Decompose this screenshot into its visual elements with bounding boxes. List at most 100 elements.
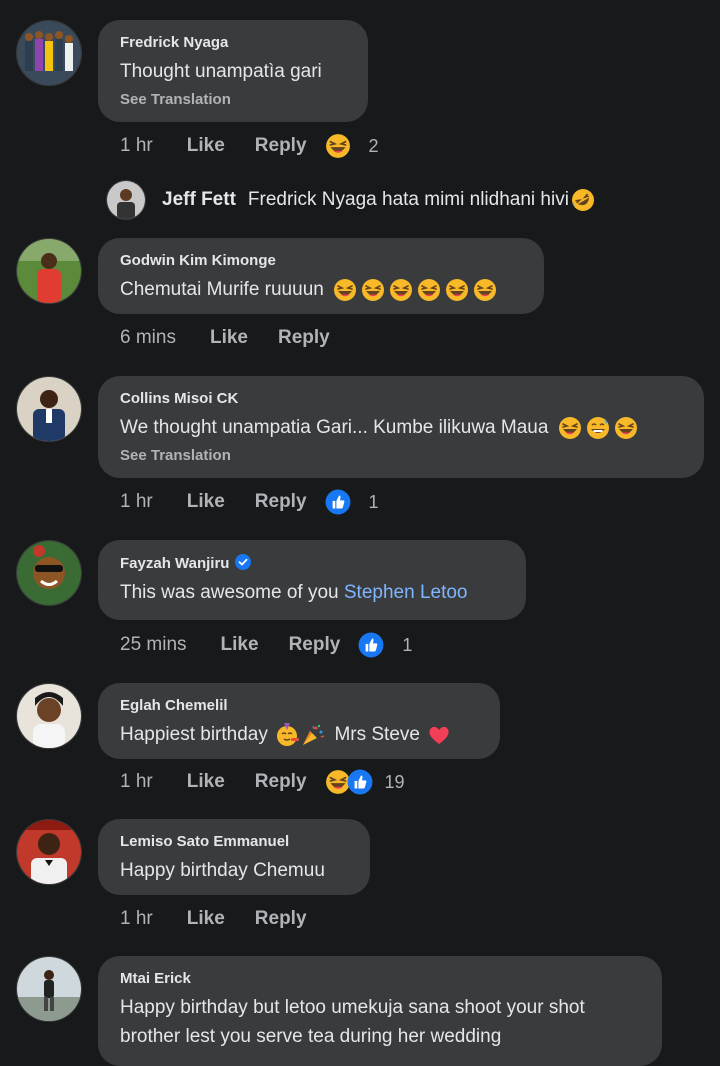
comment-actions: 1 hr Like Reply 19 [120, 767, 405, 797]
reply-text: Fredrick Nyaga hata mimi nlidhani hivi [247, 189, 569, 210]
laughing-emoji-icon [325, 133, 351, 159]
like-button[interactable]: Like [187, 491, 225, 513]
person-photo-icon [17, 957, 81, 1021]
laughing-emoji-icon [558, 416, 582, 440]
comment-actions: 1 hr Like Reply [120, 904, 307, 934]
reply-button[interactable]: Reply [255, 135, 307, 157]
rofl-emoji-icon [571, 188, 595, 212]
comment-text-content: We thought unampatia Gari... Kumbe iliku… [120, 417, 549, 438]
reaction-summary[interactable]: 2 [325, 133, 379, 159]
like-icon [347, 769, 373, 795]
comment-bubble: Lemiso Sato Emmanuel Happy birthday Chem… [98, 819, 370, 895]
mention-link[interactable]: Stephen Letoo [344, 582, 468, 603]
comment-bubble: Eglah Chemelil Happiest birthday Mrs Ste… [98, 683, 500, 759]
timestamp[interactable]: 6 mins [120, 327, 176, 349]
like-button[interactable]: Like [187, 771, 225, 793]
comment-actions: 1 hr Like Reply 2 [120, 131, 379, 161]
comment-text-part2: Mrs Steve [334, 724, 420, 745]
author-name[interactable]: Lemiso Sato Emmanuel [120, 833, 348, 850]
person-photo-icon [17, 239, 81, 303]
like-button[interactable]: Like [187, 135, 225, 157]
comment-text: Happy birthday Chemuu [120, 860, 325, 881]
laughing-emoji-icon [445, 278, 469, 302]
reaction-count: 1 [368, 491, 379, 512]
group-photo-icon [17, 21, 81, 85]
see-translation-link[interactable]: See Translation [120, 91, 346, 108]
comment-text-part1: Happiest birthday [120, 724, 268, 745]
timestamp[interactable]: 1 hr [120, 908, 153, 930]
verified-badge-icon [235, 554, 251, 570]
laughing-emoji-icon [361, 278, 385, 302]
laughing-emoji-icon [417, 278, 441, 302]
author-name[interactable]: Fredrick Nyaga [120, 34, 346, 51]
reaction-summary[interactable]: 1 [358, 632, 412, 658]
timestamp[interactable]: 1 hr [120, 135, 153, 157]
person-photo-icon [107, 181, 145, 219]
like-button[interactable]: Like [187, 908, 225, 930]
avatar[interactable] [16, 683, 82, 749]
party-face-emoji-icon [275, 723, 299, 747]
like-icon [358, 632, 384, 658]
reaction-count: 2 [368, 135, 379, 156]
timestamp[interactable]: 1 hr [120, 771, 153, 793]
reply-button[interactable]: Reply [255, 771, 307, 793]
person-photo-icon [17, 541, 81, 605]
author-name[interactable]: Fayzah Wanjiru [120, 554, 504, 572]
laughing-emoji-icon [333, 278, 357, 302]
avatar[interactable] [16, 819, 82, 885]
comment-actions: 25 mins Like Reply 1 [120, 630, 412, 660]
author-name-text[interactable]: Fayzah Wanjiru [120, 555, 229, 572]
comment-text: We thought unampatia Gari... Kumbe iliku… [120, 413, 682, 442]
reply-button[interactable]: Reply [255, 908, 307, 930]
sweat-smile-emoji-icon [586, 416, 610, 440]
comment-bubble: Fayzah Wanjiru This was awesome of you S… [98, 540, 526, 620]
avatar[interactable] [16, 238, 82, 304]
author-name[interactable]: Jeff Fett [162, 189, 236, 211]
timestamp[interactable]: 25 mins [120, 634, 187, 656]
comment-text: Happy birthday but letoo umekuja sana sh… [120, 993, 640, 1051]
person-photo-icon [17, 820, 81, 884]
person-photo-icon [17, 377, 81, 441]
reply-button[interactable]: Reply [255, 491, 307, 513]
reaction-count: 19 [384, 771, 405, 792]
comment-bubble: Fredrick Nyaga Thought unampatìa gari Se… [98, 20, 368, 122]
reaction-count: 1 [402, 634, 413, 655]
comment-bubble: Collins Misoi CK We thought unampatia Ga… [98, 376, 704, 478]
comment-text: Chemutai Murife ruuuun [120, 275, 522, 304]
like-button[interactable]: Like [221, 634, 259, 656]
party-popper-emoji-icon [301, 723, 325, 747]
author-name[interactable]: Collins Misoi CK [120, 390, 682, 407]
like-button[interactable]: Like [210, 327, 248, 349]
heart-emoji-icon [427, 723, 451, 747]
see-translation-link[interactable]: See Translation [120, 447, 682, 464]
nested-reply[interactable]: Jeff Fett Fredrick Nyaga hata mimi nlidh… [106, 178, 595, 222]
comment-actions: 1 hr Like Reply 1 [120, 487, 379, 517]
like-icon [325, 489, 351, 515]
reaction-summary[interactable]: 19 [325, 769, 405, 795]
avatar[interactable] [16, 956, 82, 1022]
reaction-summary[interactable]: 1 [325, 489, 379, 515]
timestamp[interactable]: 1 hr [120, 491, 153, 513]
comment-text-line: brother lest you serve tea during her we… [120, 1026, 502, 1047]
laughing-emoji-icon [473, 278, 497, 302]
comment-bubble: Godwin Kim Kimonge Chemutai Murife ruuuu… [98, 238, 544, 314]
comment-text-content: This was awesome of you [120, 582, 339, 603]
avatar[interactable] [16, 376, 82, 442]
author-name[interactable]: Eglah Chemelil [120, 697, 478, 714]
reply-button[interactable]: Reply [289, 634, 341, 656]
avatar[interactable] [16, 540, 82, 606]
comment-actions: 6 mins Like Reply [120, 323, 330, 353]
avatar[interactable] [106, 180, 146, 220]
author-name[interactable]: Godwin Kim Kimonge [120, 252, 522, 269]
comment-text-line: Happy birthday but letoo umekuja sana sh… [120, 997, 585, 1018]
person-photo-icon [17, 684, 81, 748]
laughing-emoji-icon [389, 278, 413, 302]
comment-bubble: Mtai Erick Happy birthday but letoo umek… [98, 956, 662, 1066]
comment-text: Happiest birthday Mrs Steve [120, 720, 478, 749]
laughing-emoji-icon [614, 416, 638, 440]
comment-text: This was awesome of you Stephen Letoo [120, 578, 504, 607]
author-name[interactable]: Mtai Erick [120, 970, 640, 987]
comment-text-content: Chemutai Murife ruuuun [120, 279, 324, 300]
avatar[interactable] [16, 20, 82, 86]
reply-button[interactable]: Reply [278, 327, 330, 349]
